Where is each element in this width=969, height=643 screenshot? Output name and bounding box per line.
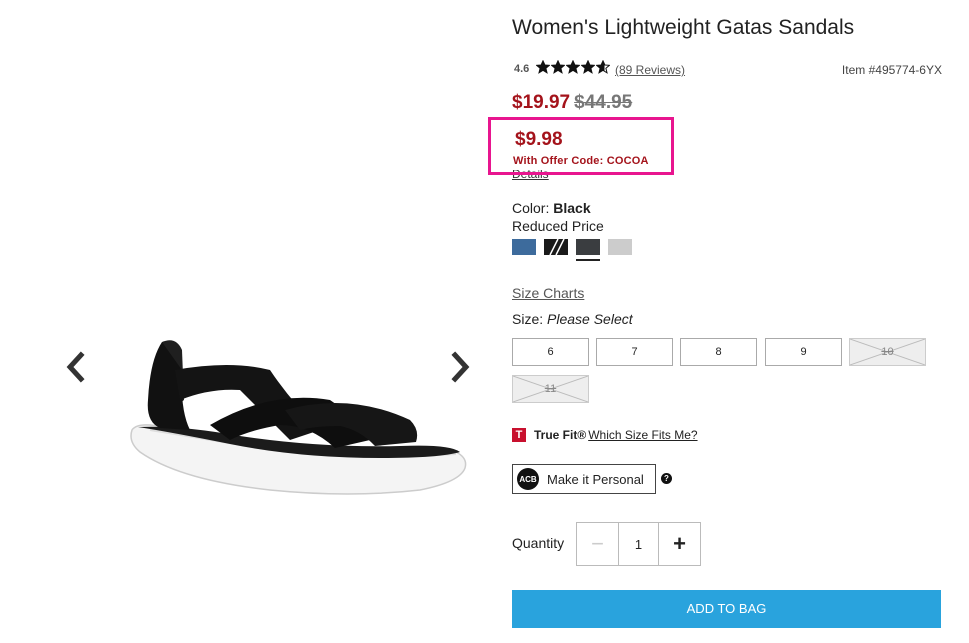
star-icon <box>596 60 610 74</box>
size-option-10-label: 10 <box>881 346 894 358</box>
swatch-black-pattern[interactable] <box>544 238 568 256</box>
size-prompt: Please Select <box>547 311 633 327</box>
star-icon <box>551 60 565 74</box>
make-it-personal-label: Make it Personal <box>547 471 644 487</box>
truefit-link[interactable]: Which Size Fits Me? <box>588 428 697 442</box>
make-it-personal-button[interactable]: ACB Make it Personal <box>512 464 656 494</box>
size-label-text: Size: <box>512 311 544 327</box>
star-rating <box>536 60 611 74</box>
quantity-input[interactable] <box>619 523 658 565</box>
size-option-7[interactable]: 7 <box>596 338 673 366</box>
size-label: Size: Please Select <box>512 311 633 327</box>
sale-price: $19.97 <box>512 92 571 113</box>
selected-color: Black <box>553 200 591 216</box>
truefit-name: True Fit® <box>534 428 587 442</box>
color-label-text: Color: <box>512 200 550 216</box>
product-title: Women's Lightweight Gatas Sandals <box>512 16 855 39</box>
rating-value: 4.6 <box>514 63 530 75</box>
size-option-6[interactable]: 6 <box>512 338 589 366</box>
color-label: Color: Black <box>512 200 591 216</box>
star-icon <box>581 60 595 74</box>
truefit-logo-icon: T <box>512 428 526 442</box>
quantity-label: Quantity <box>512 535 565 551</box>
reviews-link[interactable]: (89 Reviews) <box>615 63 685 77</box>
price-row: $19.97 $44.95 <box>512 92 632 114</box>
offer-code: With Offer Code: COCOA <box>513 155 649 167</box>
star-icon <box>566 60 580 74</box>
product-gallery <box>0 0 500 643</box>
quantity-minus-button[interactable]: − <box>577 523 619 565</box>
swatch-black[interactable] <box>576 239 600 261</box>
quantity-plus-button[interactable]: + <box>658 523 700 565</box>
item-number: Item #495774-6YX <box>841 63 942 77</box>
star-icon <box>536 60 550 74</box>
size-option-11-label: 11 <box>544 383 557 395</box>
original-price: $44.95 <box>574 92 633 113</box>
size-option-9[interactable]: 9 <box>765 338 842 366</box>
color-swatches <box>512 238 640 261</box>
monogram-icon: ACB <box>517 468 539 490</box>
add-to-bag-button[interactable]: ADD TO BAG <box>512 590 941 628</box>
size-option-8[interactable]: 8 <box>680 338 757 366</box>
reduced-price-note: Reduced Price <box>512 218 604 234</box>
help-icon[interactable]: ? <box>661 473 672 484</box>
offer-highlight: $9.98 With Offer Code: COCOA <box>488 117 674 175</box>
offer-price: $9.98 <box>515 129 563 150</box>
size-charts-link[interactable]: Size Charts <box>512 285 584 301</box>
swatch-light-gray[interactable] <box>608 239 632 255</box>
rating-row: 4.6 (89 Reviews) Item #495774-6YX <box>512 60 942 80</box>
chevron-left-icon[interactable] <box>62 350 88 384</box>
size-option-10[interactable]: 10 <box>849 338 926 366</box>
size-option-11[interactable]: 11 <box>512 375 589 403</box>
product-image <box>120 330 480 510</box>
swatch-blue[interactable] <box>512 239 536 255</box>
chevron-right-icon[interactable] <box>448 350 474 384</box>
quantity-stepper: − + <box>576 522 701 566</box>
truefit-row: T True Fit® Which Size Fits Me? <box>512 428 698 442</box>
